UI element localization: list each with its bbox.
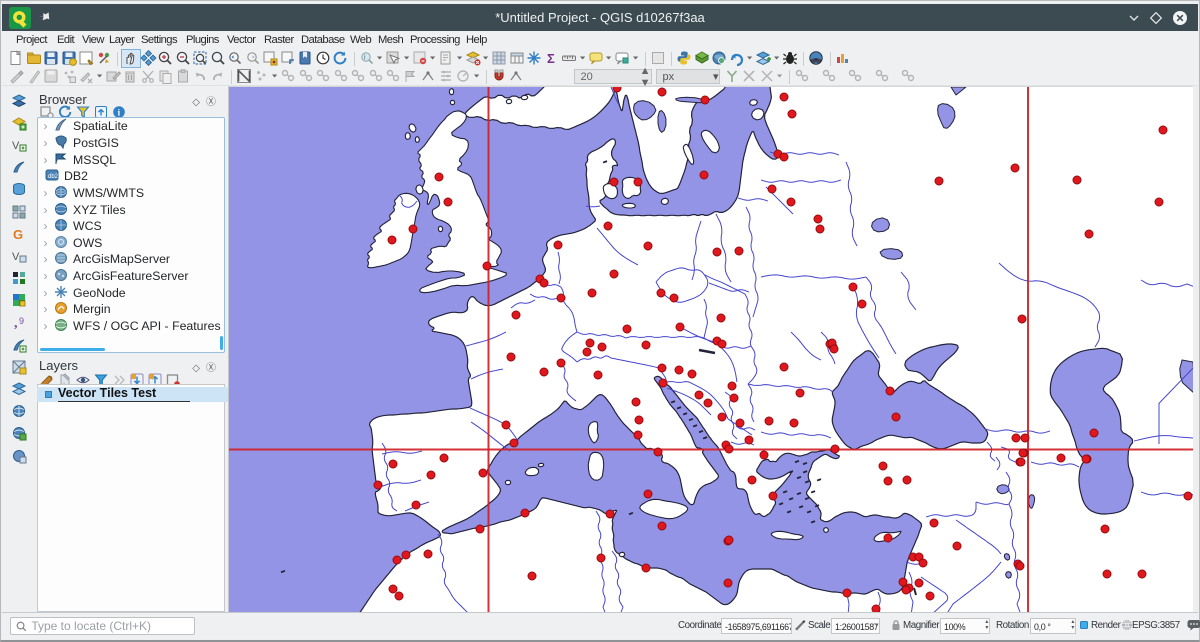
svg-text:db2: db2 xyxy=(48,174,59,180)
svg-text:G: G xyxy=(13,227,23,242)
svg-text:,: , xyxy=(14,316,18,330)
svg-text:Σ: Σ xyxy=(547,51,555,66)
svg-text:V: V xyxy=(12,251,20,263)
svg-text:V: V xyxy=(12,140,20,152)
svg-text:9: 9 xyxy=(19,316,24,326)
